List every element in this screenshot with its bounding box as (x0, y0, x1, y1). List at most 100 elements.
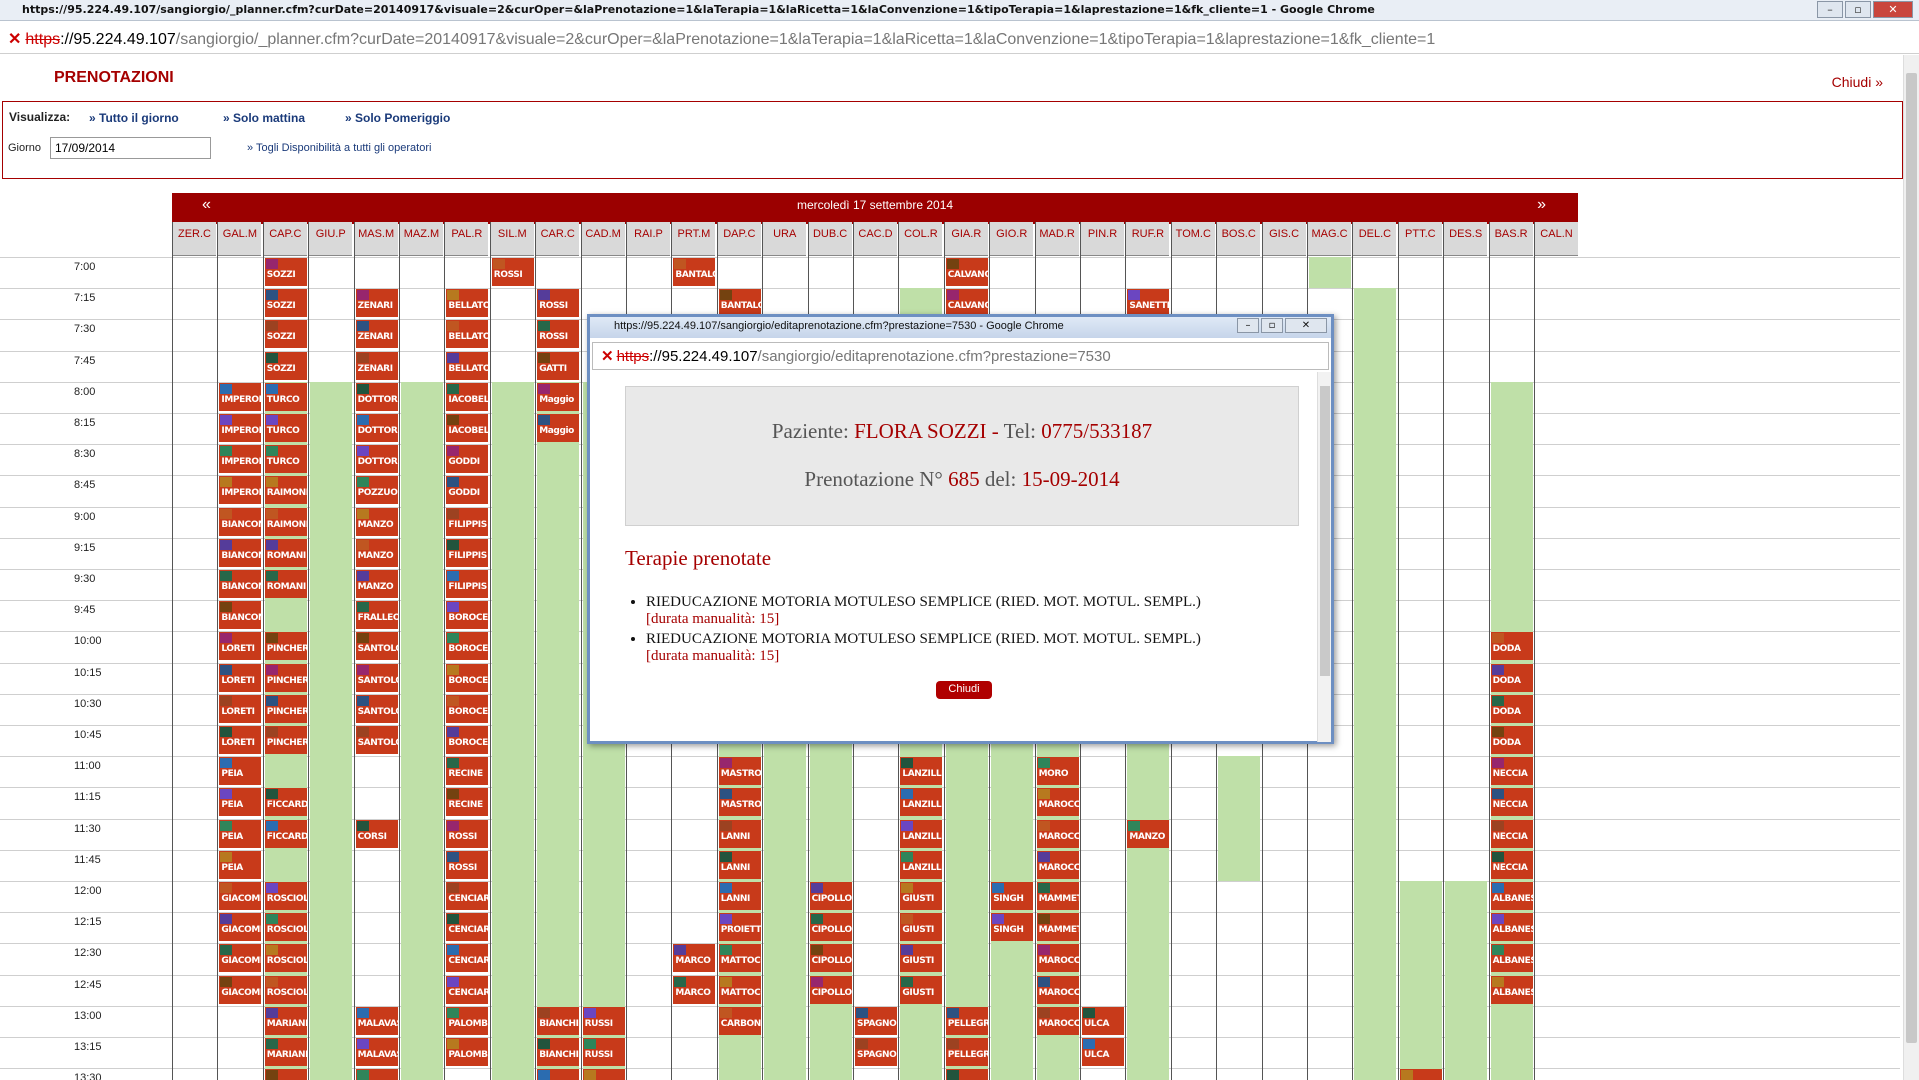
operator-header[interactable]: DAP.C (717, 222, 761, 256)
booking-slot[interactable]: SPAGNOL (855, 1006, 897, 1035)
booking-slot[interactable]: NECCIA (1490, 788, 1533, 817)
booking-slot[interactable]: GODDI (446, 445, 489, 474)
booking-slot[interactable]: LORETI (219, 726, 262, 754)
booking-slot[interactable]: IMPEROLI (219, 414, 262, 442)
operator-header[interactable]: CAD.M (581, 222, 625, 256)
view-afternoon-link[interactable]: » Solo Pomeriggio (345, 111, 450, 125)
booking-slot[interactable]: PEIA (219, 850, 262, 879)
booking-slot[interactable]: IMPEROLI (219, 382, 262, 411)
operator-header[interactable]: PTT.C (1398, 222, 1442, 256)
booking-slot[interactable]: MANZO (355, 507, 398, 536)
day-input[interactable] (50, 137, 211, 159)
booking-slot[interactable]: PELLEGRI (945, 1006, 988, 1035)
operator-header[interactable]: PAL.R (445, 222, 489, 256)
booking-slot[interactable]: MAROCCH (1036, 944, 1079, 973)
operator-header[interactable]: ZER.C (173, 222, 216, 256)
booking-slot[interactable]: MARIANI (264, 1069, 307, 1080)
operator-header[interactable]: TOM.C (1171, 222, 1215, 256)
booking-slot[interactable]: PELLEGRI (945, 1038, 988, 1066)
booking-slot[interactable]: SOZZI (264, 320, 307, 349)
booking-slot[interactable]: DODA (1490, 726, 1533, 754)
operator-header[interactable]: BOS.C (1217, 222, 1261, 256)
booking-slot[interactable]: BOROCEA (446, 601, 489, 630)
booking-slot[interactable]: MASTRON (718, 788, 761, 817)
booking-slot[interactable]: GIACOMI (219, 975, 262, 1004)
booking-slot[interactable]: MASTRON (718, 757, 761, 786)
popup-close-icon[interactable]: ✕ (1285, 318, 1327, 333)
booking-slot[interactable]: POZZUOL (355, 476, 398, 505)
booking-slot[interactable]: BOROCEA (446, 694, 489, 723)
booking-slot[interactable]: DODA (1490, 694, 1533, 723)
booking-slot[interactable]: MAMMETT (1036, 882, 1079, 910)
booking-slot[interactable]: ROMANI (264, 570, 307, 598)
operator-header[interactable]: SIL.M (490, 222, 534, 256)
booking-slot[interactable]: LORETI (219, 694, 262, 723)
booking-slot[interactable]: PELLEGRI (945, 1069, 988, 1080)
operator-header[interactable]: RUF.R (1126, 222, 1170, 256)
booking-slot[interactable]: Maggio (537, 414, 580, 442)
next-day-button[interactable]: » (1537, 193, 1546, 217)
booking-slot[interactable]: MAMMETT (1036, 913, 1079, 942)
booking-slot[interactable]: SOZZI (264, 289, 307, 318)
booking-slot[interactable]: BIANCONI (219, 601, 262, 630)
booking-slot[interactable]: FICCARDI (264, 819, 307, 848)
booking-slot[interactable]: RAIMOND (264, 507, 307, 536)
booking-slot[interactable]: FRALLEON (355, 601, 398, 630)
booking-slot[interactable]: CIPOLLON (809, 913, 852, 942)
booking-slot[interactable]: RUSSI (582, 1038, 625, 1066)
page-scrollbar[interactable] (1903, 55, 1919, 1080)
availability-slot[interactable] (491, 381, 534, 1080)
booking-slot[interactable]: ROSSI (446, 819, 489, 848)
booking-slot[interactable]: ROSCIOLI (264, 882, 307, 910)
operator-header[interactable]: CAC.D (854, 222, 897, 256)
booking-slot[interactable]: PEIA (219, 788, 262, 817)
remove-availability-link[interactable]: » Togli Disponibilità a tutti gli operat… (247, 142, 431, 154)
booking-slot[interactable]: NECCIA (1490, 757, 1533, 786)
operator-header[interactable]: MAG.C (1308, 222, 1351, 256)
booking-slot[interactable]: CALVANO (945, 258, 988, 286)
booking-slot[interactable]: NECCIA (1490, 850, 1533, 879)
availability-slot[interactable] (1445, 881, 1488, 1080)
booking-slot[interactable]: BANTALON (718, 289, 761, 318)
operator-header[interactable]: CAP.C (263, 222, 307, 256)
booking-slot[interactable]: CARBON (718, 1006, 761, 1035)
booking-slot[interactable]: PITORRI (355, 1069, 398, 1080)
booking-slot[interactable]: ROSSI (537, 320, 580, 349)
booking-slot[interactable]: PALOMBO (446, 1006, 489, 1035)
booking-slot[interactable]: BELLATO (446, 351, 489, 380)
booking-slot[interactable]: SANTOLO (355, 726, 398, 754)
booking-slot[interactable]: ROSCIOLI (264, 975, 307, 1004)
operator-header[interactable]: DES.S (1444, 222, 1488, 256)
booking-slot[interactable]: MARIANI (264, 1038, 307, 1066)
booking-slot[interactable]: CENCIARE (446, 975, 489, 1004)
operator-header[interactable]: GIS.C (1262, 222, 1306, 256)
booking-slot[interactable]: PINCHERA (264, 663, 307, 692)
booking-slot[interactable]: GATTI (537, 351, 580, 380)
booking-slot[interactable]: BIANCONI (219, 507, 262, 536)
booking-slot[interactable]: SANTOLO (355, 694, 398, 723)
booking-slot[interactable]: LANZILLI (900, 850, 943, 879)
booking-slot[interactable]: DOTTORI (355, 382, 398, 411)
booking-slot[interactable]: ALBANESE (1490, 944, 1533, 973)
popup-close-button[interactable]: Chiudi (936, 681, 992, 699)
booking-slot[interactable]: TURCO (264, 445, 307, 474)
booking-slot[interactable]: ROSSI (446, 850, 489, 879)
booking-slot[interactable]: LANNI (718, 882, 761, 910)
booking-slot[interactable]: BELLATO (446, 320, 489, 349)
availability-slot[interactable] (310, 381, 353, 1080)
booking-slot[interactable]: PEIA (219, 819, 262, 848)
booking-slot[interactable]: CIPOLLON (809, 975, 852, 1004)
booking-slot[interactable]: LANZILLI (900, 757, 943, 786)
booking-slot[interactable]: IACOBELL (446, 414, 489, 442)
booking-slot[interactable]: MARIANI (264, 1006, 307, 1035)
booking-slot[interactable]: LORETI (219, 632, 262, 661)
operator-header[interactable]: GIA.R (944, 222, 988, 256)
booking-slot[interactable]: NECCIA (1490, 819, 1533, 848)
booking-slot[interactable]: BOROCEA (446, 663, 489, 692)
booking-slot[interactable]: TURCO (264, 414, 307, 442)
booking-slot[interactable]: ZENARI (355, 351, 398, 380)
booking-slot[interactable]: FILIPPIS (446, 507, 489, 536)
booking-slot[interactable]: RAIMOND (264, 476, 307, 505)
popup-address-bar[interactable]: ✕ https://95.224.49.107/sangiorgio/editap… (592, 342, 1329, 370)
booking-slot[interactable]: GIUSTI (900, 944, 943, 973)
